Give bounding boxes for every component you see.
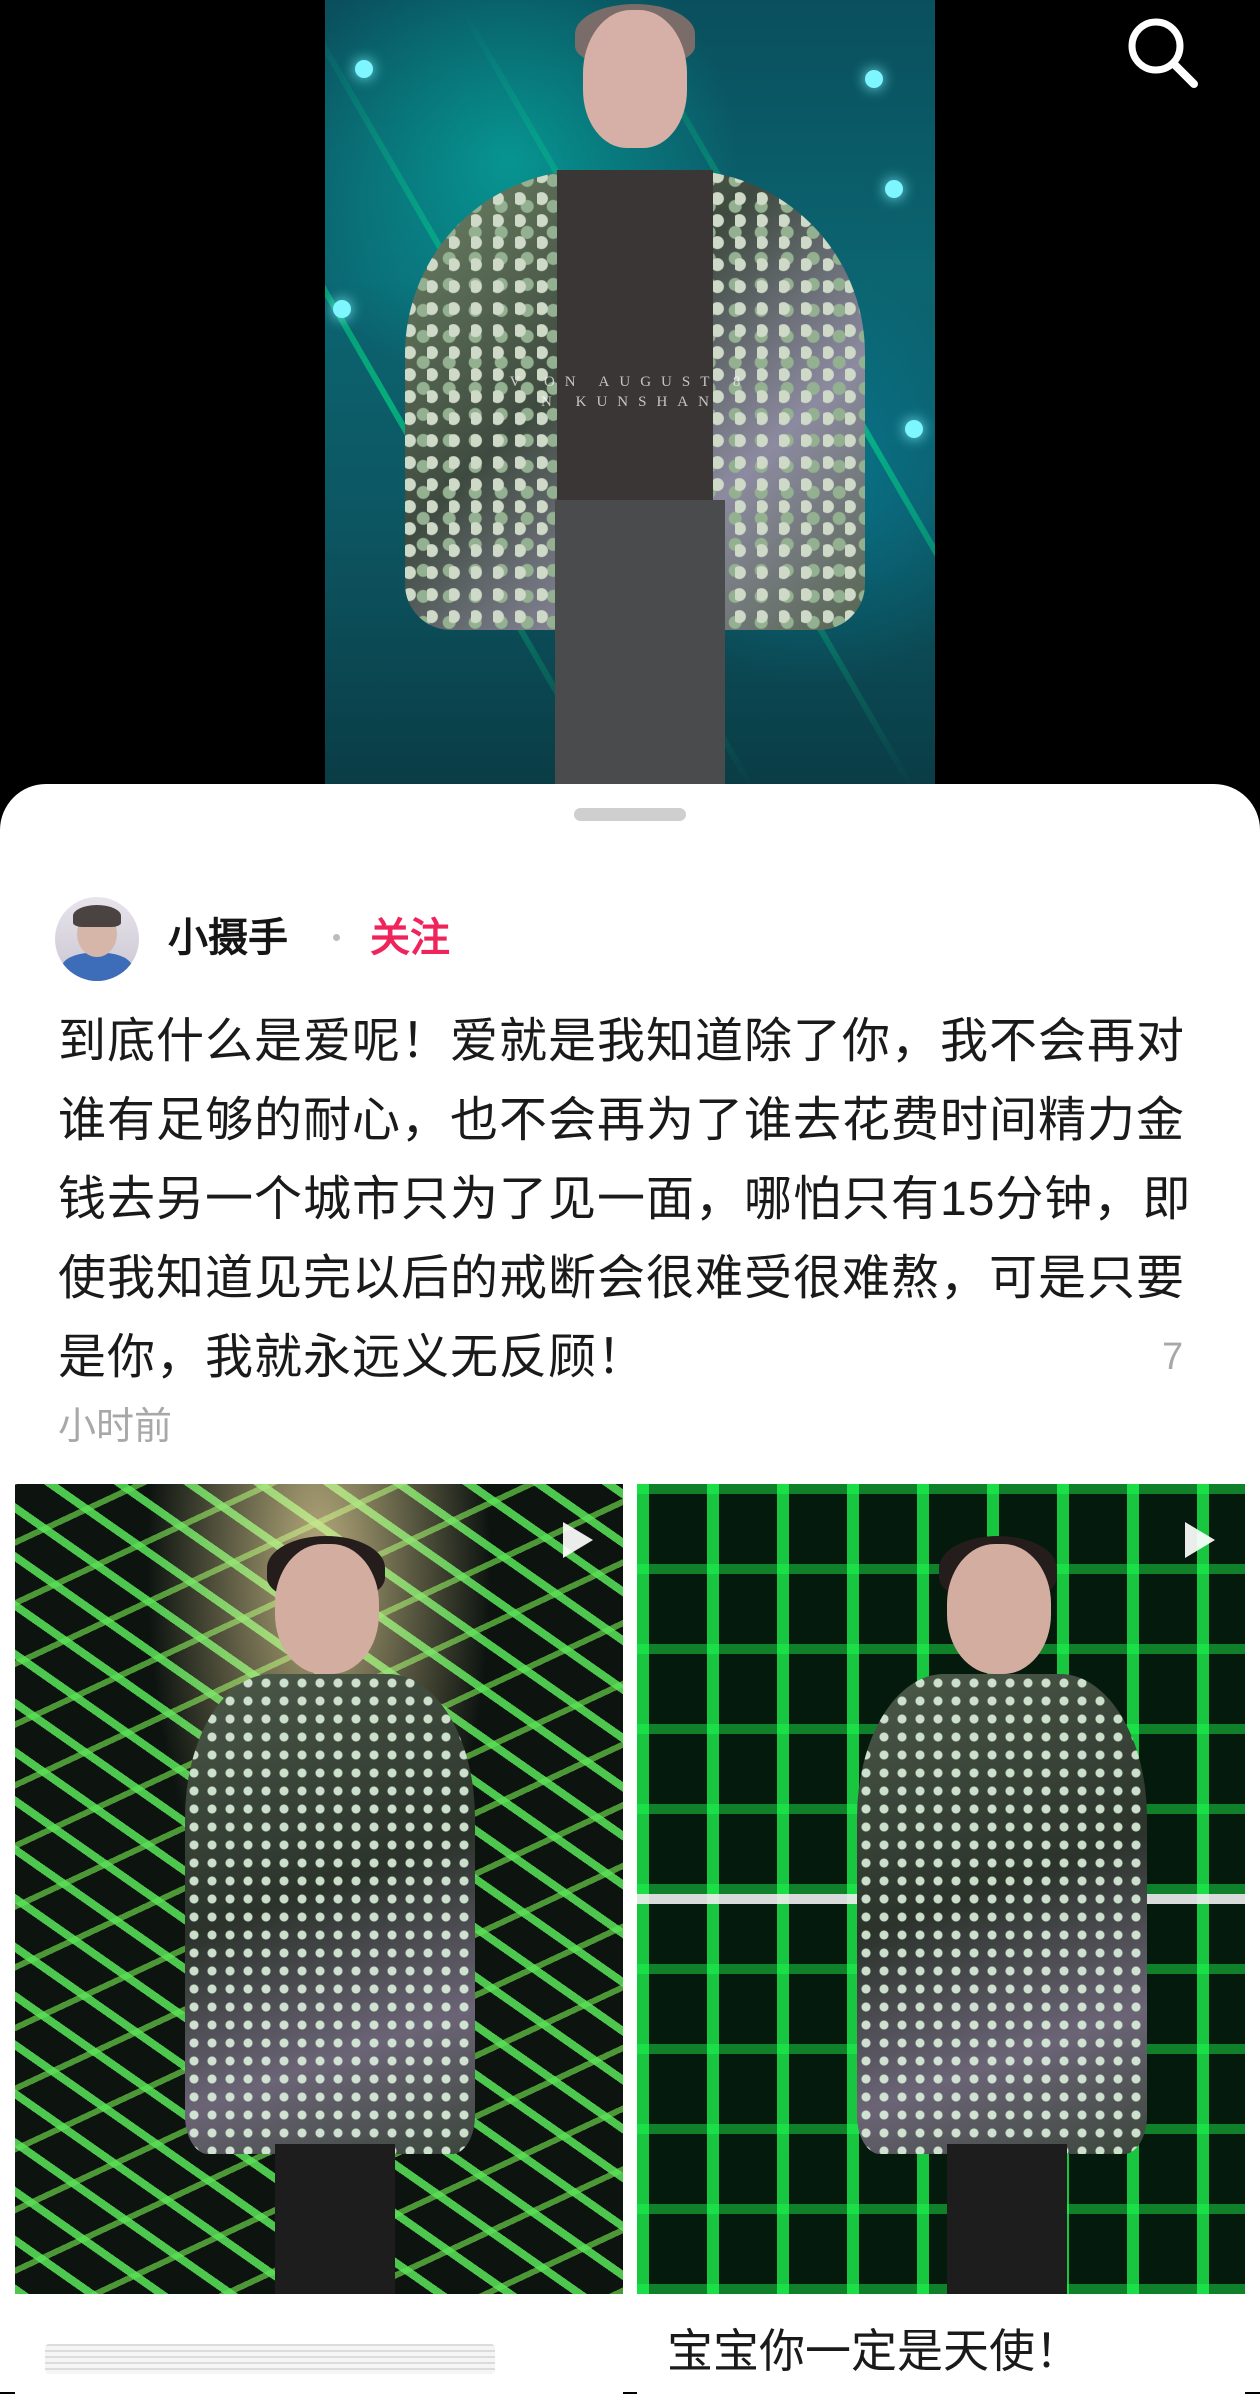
- post-text: 到底什么是爱呢！爱就是我知道除了你，我不会再对谁有足够的耐心，也不会再为了谁去花…: [58, 1015, 1192, 1384]
- video-player[interactable]: V ON AUGUST 8 N KUNSHAN: [0, 0, 1260, 800]
- post-detail-sheet: 小摄手 关注 到底什么是爱呢！爱就是我知道除了你，我不会再对谁有足够的耐心，也不…: [0, 784, 1260, 2394]
- avatar[interactable]: [55, 897, 139, 981]
- post-time-number: 7: [1162, 1336, 1184, 1378]
- video-frame[interactable]: V ON AUGUST 8 N KUNSHAN: [325, 0, 935, 800]
- username[interactable]: 小摄手: [168, 912, 288, 964]
- follow-button[interactable]: 关注: [370, 912, 450, 964]
- video-card[interactable]: [15, 1484, 623, 2394]
- video-watermark: V ON AUGUST 8 N KUNSHAN: [509, 374, 751, 410]
- video-thumbnail[interactable]: [15, 1484, 623, 2294]
- blurred-title: [45, 2344, 495, 2374]
- search-icon: [1128, 18, 1198, 88]
- performer-figure: [185, 1536, 475, 2294]
- search-button[interactable]: [1118, 8, 1208, 98]
- sheet-drag-handle[interactable]: [574, 808, 686, 821]
- play-icon: [1185, 1522, 1215, 1558]
- performer-figure: [857, 1536, 1147, 2294]
- separator-dot: [333, 934, 340, 941]
- post-time-suffix: 小时前: [58, 1406, 173, 1448]
- play-icon: [563, 1522, 593, 1558]
- card-title: 宝宝你一定是天使！: [667, 2325, 1081, 2377]
- video-card[interactable]: 宝宝你一定是天使！: [637, 1484, 1245, 2394]
- video-thumbnail[interactable]: [637, 1484, 1245, 2294]
